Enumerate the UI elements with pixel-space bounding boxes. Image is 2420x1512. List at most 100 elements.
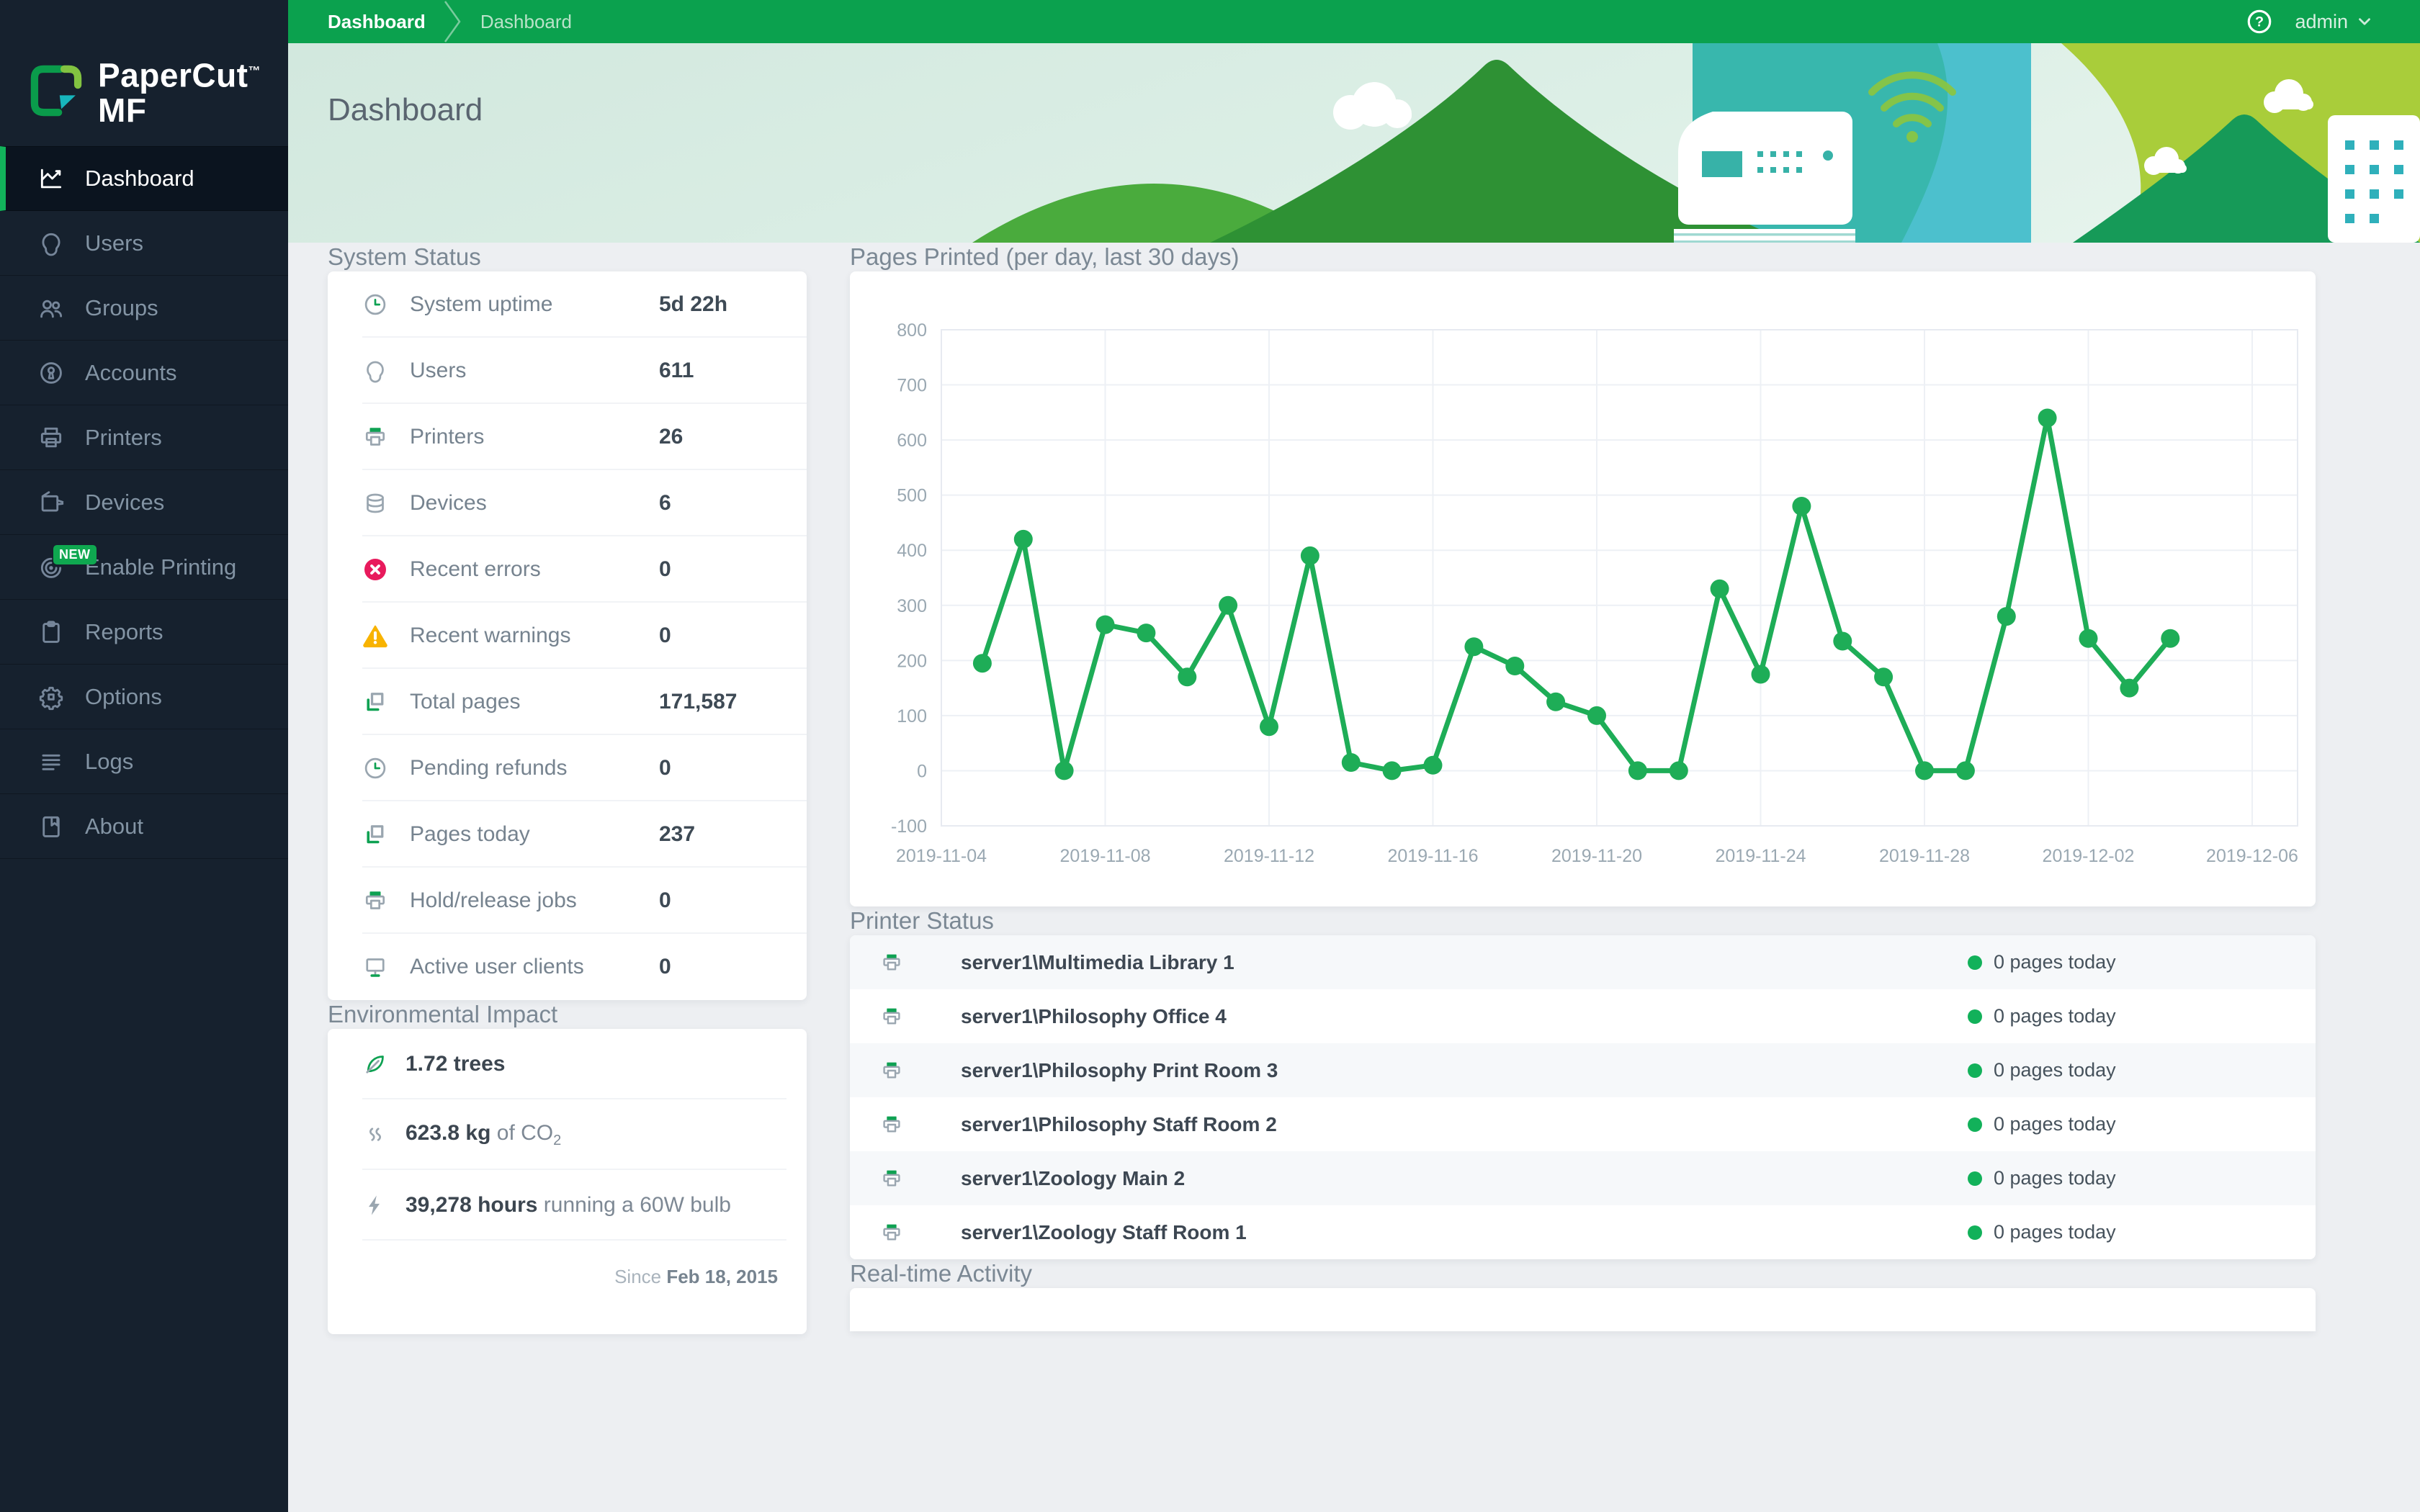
printer-green-icon [880, 1167, 903, 1190]
status-value: 0 [659, 888, 671, 912]
page-title: Dashboard [328, 92, 483, 127]
svg-text:700: 700 [897, 376, 927, 396]
sidebar-item-logs[interactable]: Logs [0, 729, 288, 794]
bolt-icon [362, 1192, 388, 1218]
printer-name[interactable]: server1\Multimedia Library 1 [961, 951, 1234, 974]
status-ok-dot [1968, 1063, 1982, 1078]
sidebar-item-label: Users [85, 230, 143, 256]
admin-menu[interactable]: admin [2295, 11, 2374, 33]
sidebar-item-enable-printing[interactable]: NEW Enable Printing [0, 535, 288, 600]
printer-row[interactable]: server1\Multimedia Library 1 0 pages toda… [850, 935, 2316, 989]
printer-status-card: server1\Multimedia Library 1 0 pages toda… [850, 935, 2316, 1259]
database-icon [362, 490, 388, 516]
status-row-hold-release-jobs: Hold/release jobs 0 [328, 868, 807, 934]
realtime-activity-heading: Real-time Activity [850, 1260, 1033, 1287]
logo-title: PaperCut [98, 56, 248, 94]
svg-text:2019-11-20: 2019-11-20 [1551, 846, 1642, 866]
account-key-icon [37, 359, 65, 387]
status-value: 237 [659, 822, 696, 846]
status-label: Hold/release jobs [410, 888, 577, 912]
printer-row[interactable]: server1\Zoology Main 2 0 pages today [850, 1151, 2316, 1205]
error-circle-icon [362, 557, 388, 582]
papercut-logo[interactable]: PaperCut™ MF [0, 0, 288, 144]
sidebar-nav: Dashboard Users Groups Accounts Printers Devi… [0, 146, 288, 859]
groups-icon [37, 294, 65, 322]
user-head-icon [362, 358, 388, 384]
svg-text:0: 0 [917, 761, 927, 781]
help-icon[interactable]: ? [2246, 8, 2273, 35]
printer-green-icon [880, 951, 903, 974]
printer-pages-status: 0 pages today [1968, 951, 2116, 973]
sidebar-item-about[interactable]: About [0, 794, 288, 859]
printer-pages-status: 0 pages today [1968, 1113, 2116, 1135]
status-row-recent-warnings: Recent warnings 0 [328, 603, 807, 669]
printer-name[interactable]: server1\Philosophy Print Room 3 [961, 1059, 1278, 1082]
printer-name[interactable]: server1\Philosophy Staff Room 2 [961, 1113, 1277, 1136]
printer-pages-status: 0 pages today [1968, 1005, 2116, 1027]
status-value: 0 [659, 557, 671, 581]
printer-name[interactable]: server1\Zoology Main 2 [961, 1167, 1185, 1190]
clipboard-icon [37, 618, 65, 646]
printer-row[interactable]: server1\Philosophy Office 4 0 pages today [850, 989, 2316, 1043]
printer-pages-status: 0 pages today [1968, 1167, 2116, 1189]
environmental-since: Since Feb 18, 2015 [328, 1241, 807, 1334]
banner: Dashboard [288, 43, 2420, 243]
svg-text:100: 100 [897, 706, 927, 726]
status-row-active-user-clients: Active user clients 0 [328, 934, 807, 1000]
sidebar-item-printers[interactable]: Printers [0, 405, 288, 470]
status-label: Printers [410, 425, 485, 449]
svg-text:300: 300 [897, 596, 927, 616]
status-ok-dot [1968, 955, 1982, 970]
sidebar-item-label: Dashboard [85, 166, 194, 191]
svg-text:2019-11-24: 2019-11-24 [1715, 846, 1806, 866]
topbar-actions: ? admin [2246, 8, 2420, 35]
printer-name[interactable]: server1\Philosophy Office 4 [961, 1005, 1227, 1028]
printer-pages-status: 0 pages today [1968, 1221, 2116, 1243]
since-date: Feb 18, 2015 [666, 1266, 778, 1287]
printer-row[interactable]: server1\Philosophy Print Room 3 0 pages t… [850, 1043, 2316, 1097]
book-icon [37, 813, 65, 840]
sidebar-item-devices[interactable]: Devices [0, 470, 288, 535]
breadcrumb-section[interactable]: Dashboard [328, 11, 426, 33]
printer-green-icon [880, 1113, 903, 1136]
sidebar-item-reports[interactable]: Reports [0, 600, 288, 665]
environmental-card: 1.72 trees 623.8 kg of CO2 39,278 hours ru… [328, 1029, 807, 1334]
since-label: Since [614, 1266, 667, 1287]
printer-row[interactable]: server1\Zoology Staff Room 1 0 pages toda… [850, 1205, 2316, 1259]
leaf-icon [362, 1051, 388, 1077]
environmental-row: 1.72 trees [328, 1029, 807, 1099]
environmental-row: 623.8 kg of CO2 [328, 1099, 807, 1170]
sidebar-item-accounts[interactable]: Accounts [0, 341, 288, 405]
environmental-heading: Environmental Impact [328, 1001, 558, 1027]
svg-text:800: 800 [897, 320, 927, 341]
svg-text:2019-11-12: 2019-11-12 [1224, 846, 1314, 866]
sidebar-item-users[interactable]: Users [0, 211, 288, 276]
status-row-pages-today: Pages today 237 [328, 801, 807, 868]
printer-row[interactable]: server1\Philosophy Staff Room 2 0 pages t… [850, 1097, 2316, 1151]
chevron-down-icon [2359, 18, 2370, 25]
pages-printed-chart-card: 800 700 600 500 400 300 200 100 0 -100 2019-11-04 2… [850, 271, 2316, 906]
breadcrumb-page[interactable]: Dashboard [480, 11, 572, 33]
status-value: 6 [659, 491, 671, 515]
svg-text:2019-12-02: 2019-12-02 [2043, 846, 2135, 866]
environmental-value: 39,278 hours running a 60W bulb [405, 1193, 731, 1217]
sidebar-item-groups[interactable]: Groups [0, 276, 288, 341]
sidebar-item-label: About [85, 813, 144, 839]
printer-name[interactable]: server1\Zoology Staff Room 1 [961, 1221, 1247, 1244]
logo-subtitle: MF [98, 91, 147, 129]
svg-text:500: 500 [897, 486, 927, 506]
status-row-users: Users 611 [328, 338, 807, 404]
monitor-icon [362, 954, 388, 980]
sidebar-item-label: Reports [85, 618, 163, 644]
sidebar-item-label: Options [85, 683, 162, 709]
status-row-recent-errors: Recent errors 0 [328, 536, 807, 603]
status-value: 0 [659, 955, 671, 978]
status-label: Total pages [410, 690, 521, 714]
sidebar-item-options[interactable]: Options [0, 665, 288, 729]
topbar: Dashboard Dashboard ? admin [288, 0, 2420, 43]
printer-green-icon [880, 1005, 903, 1028]
sidebar-item-dashboard[interactable]: Dashboard [0, 146, 288, 211]
sidebar-item-label: Enable Printing [85, 554, 237, 580]
pages-icon [362, 689, 388, 715]
chevron-right-icon [444, 1, 461, 42]
